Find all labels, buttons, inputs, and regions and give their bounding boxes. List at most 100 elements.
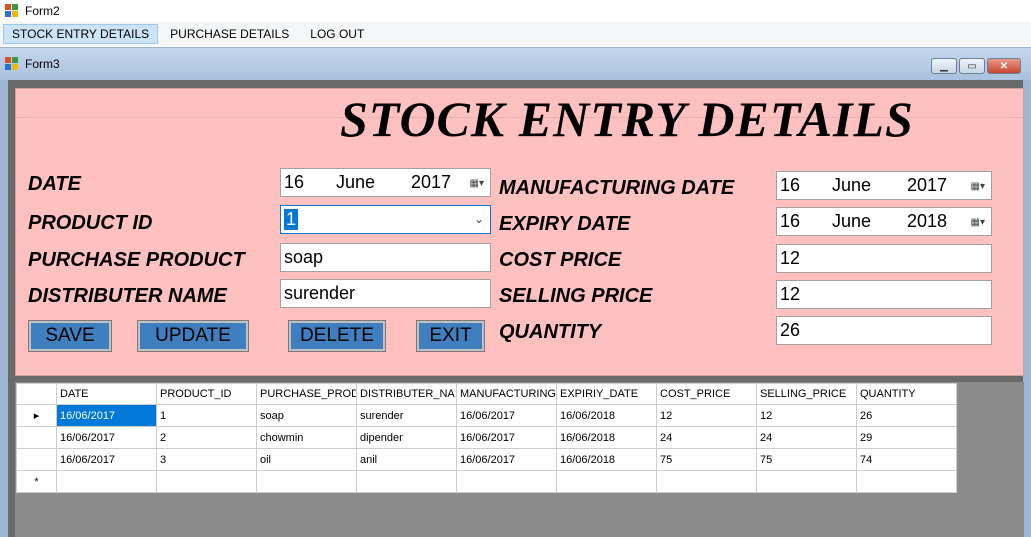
grid-cell[interactable]: anil: [356, 448, 457, 471]
column-header[interactable]: PRODUCT_ID: [156, 383, 257, 405]
grid-cell[interactable]: 16/06/2018: [556, 448, 657, 471]
grid-cell[interactable]: 16/06/2018: [556, 426, 657, 449]
grid-cell[interactable]: [456, 470, 557, 493]
grid-cell[interactable]: 1: [156, 404, 257, 427]
grid-cell[interactable]: surender: [356, 404, 457, 427]
menu-purchase-details[interactable]: PURCHASE DETAILS: [161, 24, 298, 44]
purchase-product-input[interactable]: soap: [280, 243, 491, 272]
grid-cell[interactable]: oil: [256, 448, 357, 471]
grid-cell[interactable]: 16/06/2017: [56, 448, 157, 471]
grid-cell[interactable]: [356, 470, 457, 493]
child-window-title: Form3: [25, 57, 60, 71]
window-controls: ▁ ▭ ✕: [931, 58, 1021, 74]
grid-cell[interactable]: [156, 470, 257, 493]
exp-date-month: June: [832, 211, 872, 231]
grid-cell[interactable]: dipender: [356, 426, 457, 449]
grid-cell[interactable]: [56, 470, 157, 493]
distributer-name-input[interactable]: surender: [280, 279, 491, 308]
update-button[interactable]: UPDATE: [137, 320, 249, 352]
grid-cell[interactable]: chowmin: [256, 426, 357, 449]
app-icon: [5, 4, 19, 18]
chevron-down-icon[interactable]: ⌄: [474, 212, 484, 226]
grid-cell[interactable]: 2: [156, 426, 257, 449]
product-id-value: 1: [284, 209, 299, 230]
row-header[interactable]: [16, 448, 57, 471]
quantity-label: QUANTITY: [499, 321, 602, 343]
manufacturing-date-picker[interactable]: 16 June 2017 ▦▾: [776, 171, 992, 200]
grid-cell[interactable]: 12: [756, 404, 857, 427]
calendar-dropdown-icon[interactable]: ▦▾: [971, 181, 985, 192]
grid-cell[interactable]: 16/06/2017: [56, 426, 157, 449]
menu-log-out[interactable]: LOG OUT: [301, 24, 373, 44]
new-row[interactable]: *: [16, 470, 957, 493]
row-header-corner[interactable]: [16, 383, 57, 405]
calendar-dropdown-icon[interactable]: ▦▾: [470, 178, 484, 189]
column-header[interactable]: DATE: [56, 383, 157, 405]
close-icon[interactable]: ✕: [987, 58, 1021, 74]
page-title: STOCK ENTRY DETAILS: [340, 91, 914, 147]
grid-cell[interactable]: 75: [656, 448, 757, 471]
quantity-input[interactable]: 26: [776, 316, 992, 345]
grid-cell[interactable]: [256, 470, 357, 493]
column-header[interactable]: EXPIRIY_DATE: [556, 383, 657, 405]
column-header[interactable]: QUANTITY: [856, 383, 957, 405]
delete-button[interactable]: DELETE: [288, 320, 386, 352]
stock-data-grid[interactable]: DATE PRODUCT_ID PURCHASE_PROD DISTRIBUTE…: [16, 383, 957, 493]
date-month: June: [336, 172, 376, 192]
window-title: Form2: [25, 4, 60, 18]
child-window-titlebar[interactable]: Form3 ▁ ▭ ✕: [0, 48, 1031, 80]
menu-bar: STOCK ENTRY DETAILS PURCHASE DETAILS LOG…: [0, 22, 1031, 46]
column-header[interactable]: DISTRIBUTER_NA: [356, 383, 457, 405]
product-id-combobox[interactable]: 1 ⌄: [280, 205, 491, 234]
column-header[interactable]: SELLING_PRICE: [756, 383, 857, 405]
current-row-icon[interactable]: ▸: [16, 404, 57, 427]
grid-cell[interactable]: [756, 470, 857, 493]
grid-cell[interactable]: 16/06/2017: [56, 404, 157, 427]
main-window-titlebar: Form2: [0, 0, 1031, 22]
grid-cell[interactable]: 16/06/2017: [456, 448, 557, 471]
grid-cell[interactable]: 74: [856, 448, 957, 471]
table-row[interactable]: 16/06/2017 2 chowmin dipender 16/06/2017…: [16, 426, 957, 449]
date-day: 16: [284, 172, 305, 192]
table-row[interactable]: 16/06/2017 3 oil anil 16/06/2017 16/06/2…: [16, 448, 957, 471]
new-row-icon[interactable]: *: [16, 470, 57, 493]
column-header[interactable]: PURCHASE_PROD: [256, 383, 357, 405]
save-button[interactable]: SAVE: [28, 320, 112, 352]
grid-cell[interactable]: [656, 470, 757, 493]
column-header[interactable]: MANUFACTURING: [456, 383, 557, 405]
manufacturing-date-label: MANUFACTURING DATE: [499, 177, 735, 199]
cost-price-label: COST PRICE: [499, 249, 622, 271]
grid-cell[interactable]: soap: [256, 404, 357, 427]
exit-button[interactable]: EXIT: [416, 320, 485, 352]
grid-header-row: DATE PRODUCT_ID PURCHASE_PROD DISTRIBUTE…: [16, 383, 957, 405]
grid-cell[interactable]: 16/06/2018: [556, 404, 657, 427]
menu-stock-entry-details[interactable]: STOCK ENTRY DETAILS: [3, 24, 159, 44]
purchase-product-label: PURCHASE PRODUCT: [28, 249, 245, 271]
grid-cell[interactable]: 26: [856, 404, 957, 427]
cost-price-input[interactable]: 12: [776, 244, 992, 273]
grid-cell[interactable]: 3: [156, 448, 257, 471]
mfg-date-year: 2017: [907, 175, 948, 195]
grid-cell[interactable]: 12: [656, 404, 757, 427]
column-header[interactable]: COST_PRICE: [656, 383, 757, 405]
grid-cell[interactable]: 75: [756, 448, 857, 471]
distributer-name-label: DISTRIBUTER NAME: [28, 285, 227, 307]
expiry-date-label: EXPIRY DATE: [499, 213, 631, 235]
grid-cell[interactable]: 16/06/2017: [456, 404, 557, 427]
expiry-date-picker[interactable]: 16 June 2018 ▦▾: [776, 207, 992, 236]
row-header[interactable]: [16, 426, 57, 449]
selling-price-input[interactable]: 12: [776, 280, 992, 309]
grid-cell[interactable]: [856, 470, 957, 493]
exp-date-day: 16: [780, 211, 801, 231]
mfg-date-month: June: [832, 175, 872, 195]
grid-cell[interactable]: 24: [756, 426, 857, 449]
grid-cell[interactable]: 29: [856, 426, 957, 449]
grid-cell[interactable]: [556, 470, 657, 493]
date-picker[interactable]: 16 June 2017 ▦▾: [280, 168, 491, 197]
minimize-icon[interactable]: ▁: [931, 58, 957, 74]
restore-icon[interactable]: ▭: [959, 58, 985, 74]
grid-cell[interactable]: 16/06/2017: [456, 426, 557, 449]
calendar-dropdown-icon[interactable]: ▦▾: [971, 217, 985, 228]
table-row[interactable]: ▸ 16/06/2017 1 soap surender 16/06/2017 …: [16, 404, 957, 427]
grid-cell[interactable]: 24: [656, 426, 757, 449]
